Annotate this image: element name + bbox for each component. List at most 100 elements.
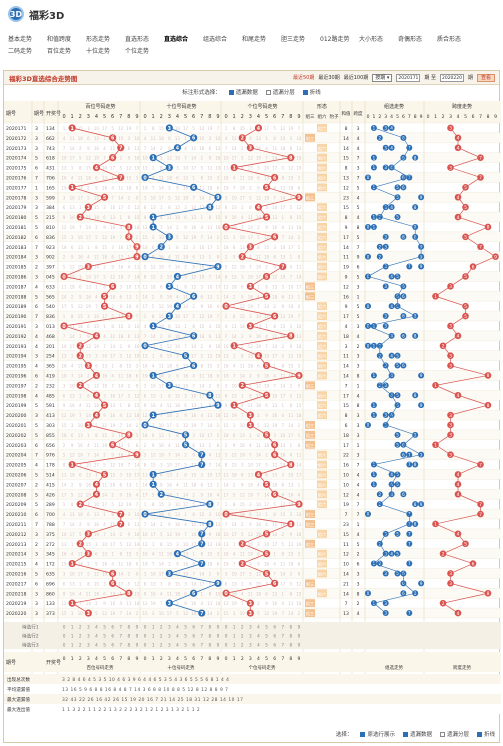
miss-cell: 2 (95, 225, 98, 230)
miss-cell: 17 (175, 463, 181, 468)
miss-cell: 10 (288, 284, 294, 289)
miss-cell: 18 (78, 136, 84, 141)
miss-cell: 14 (280, 383, 286, 388)
digit-header: 6 (192, 114, 195, 120)
nav-item[interactable]: 二码走势 (8, 45, 47, 57)
miss-cell: 2 (225, 443, 228, 448)
nav-item[interactable]: 胆三走势 (281, 33, 320, 45)
miss-cell: 14 (199, 195, 205, 200)
nav-item[interactable]: 个位走势 (125, 45, 164, 57)
group-header: 组选走势 (385, 664, 403, 671)
nav-item[interactable]: 012路走势 (320, 33, 359, 45)
nav-item[interactable]: 和值跨度 (47, 33, 86, 45)
group-ball-label: 3 (384, 413, 387, 418)
sort-cell: 5 (35, 502, 38, 508)
miss-cell: 17 (110, 542, 116, 547)
miss-cell: 6 (152, 245, 155, 250)
nav-item[interactable]: 基本走势 (8, 33, 47, 45)
nav-item[interactable]: 和尾走势 (242, 33, 281, 45)
option-polyline[interactable]: 折线 (302, 88, 321, 96)
miss-cell: 15 (240, 126, 246, 131)
to-issue-input[interactable]: 2020220 (439, 73, 464, 82)
issue-cell: 2020174 (6, 156, 27, 162)
footer-option-3[interactable]: 遗漏分层 (439, 730, 469, 738)
sort-cell: 7 (35, 314, 38, 320)
from-issue-input[interactable]: 2020171 (396, 73, 421, 82)
miss-cell: 12 (215, 205, 221, 210)
miss-cell: 17 (288, 245, 294, 250)
miss-cell: 17 (207, 245, 213, 250)
form-mark-label: 组六 (318, 244, 326, 251)
miss-cell: 6 (63, 205, 66, 210)
miss-cell: 12 (256, 195, 262, 200)
miss-cell: 18 (215, 601, 221, 606)
miss-cell: 18 (134, 225, 140, 230)
span-cell: 2 (357, 601, 360, 607)
miss-cell: 16 (70, 403, 76, 408)
issue-cell: 2020194 (6, 354, 27, 360)
miss-cell: 7 (184, 344, 187, 349)
miss-cell: 15 (86, 166, 92, 171)
option-missing-layer[interactable]: 遗漏分层 (265, 88, 295, 96)
pending-digit: 1 (233, 625, 236, 630)
footer-option-2[interactable]: 遗漏数据 (402, 730, 432, 738)
nav-item[interactable]: 直选综合 (164, 33, 203, 45)
digit-header: 8 (414, 114, 417, 120)
miss-cell: 3 (265, 581, 268, 586)
miss-cell: 12 (288, 354, 294, 359)
miss-cell: 9 (103, 413, 106, 418)
option-missing-data[interactable]: 遗漏数据 (228, 88, 258, 96)
miss-cell: 4 (63, 512, 66, 517)
nav-item[interactable]: 奇偶形态 (398, 33, 437, 45)
issue-cell: 2020209 (6, 502, 27, 508)
quick-30[interactable]: 最近30期 (318, 74, 339, 81)
miss-cell: 13 (151, 393, 157, 398)
miss-cell: 3 (103, 393, 106, 398)
quick-100[interactable]: 最近100期 (344, 74, 369, 81)
range-select[interactable]: 按期 ▾ (372, 73, 393, 82)
miss-cell: 2 (160, 146, 163, 151)
digit-header: 6 (472, 114, 475, 120)
miss-cell: 6 (168, 324, 171, 329)
pending-digit: 3 (249, 634, 252, 639)
footer-option-1[interactable]: 原选行展示 (360, 730, 395, 738)
miss-cell: 14 (264, 492, 270, 497)
number-ball-label: 2 (79, 542, 82, 548)
nav-item[interactable]: 形态走势 (86, 33, 125, 45)
sum-cell: 11 (343, 542, 349, 548)
miss-cell: 1 (217, 482, 220, 487)
miss-cell: 4 (176, 294, 179, 299)
nav-item[interactable]: 直选形态 (125, 33, 164, 45)
miss-cell: 11 (110, 146, 116, 151)
digit-header: 2 (79, 656, 82, 662)
miss-cell: 13 (151, 581, 157, 586)
miss-cell: 7 (217, 314, 220, 319)
miss-cell: 11 (78, 176, 84, 181)
miss-cell: 10 (126, 473, 132, 478)
pending-digit: 7 (119, 634, 122, 639)
miss-cell: 12 (272, 463, 278, 468)
query-button[interactable]: 查看 (476, 73, 495, 82)
nav-item[interactable]: 百位走势 (47, 45, 86, 57)
nav-item[interactable]: 组选综合 (203, 33, 242, 45)
quick-50[interactable]: 最近50期 (293, 74, 314, 81)
miss-cell: 7 (79, 413, 82, 418)
miss-cell: 6 (217, 374, 220, 379)
miss-cell: 3 (298, 552, 301, 557)
miss-cell: 1 (265, 136, 268, 141)
span-ball-label: 5 (464, 304, 467, 310)
miss-cell: 12 (256, 572, 262, 577)
miss-cell: 10 (70, 195, 76, 200)
miss-cell: 18 (134, 601, 140, 606)
nav-item[interactable]: 十位走势 (86, 45, 125, 57)
footer-option-4[interactable]: 折线 (476, 730, 495, 738)
miss-cell: 13 (288, 294, 294, 299)
pending-digit: 6 (192, 625, 195, 630)
kj-cell: 591 (46, 403, 55, 409)
sum-cell: 11 (343, 255, 349, 261)
nav-item[interactable]: 质合形态 (437, 33, 476, 45)
nav-item[interactable]: 大小形态 (359, 33, 398, 45)
miss-cell: 7 (217, 126, 220, 131)
sort-cell: 5 (35, 492, 38, 498)
trend-table: 期号 期号 开奖号百位号码走势0 1 2 3 4 5 6 7 8 9十位号码走势0 1 2 3 4 5 6 7 8 9个… (4, 101, 501, 714)
